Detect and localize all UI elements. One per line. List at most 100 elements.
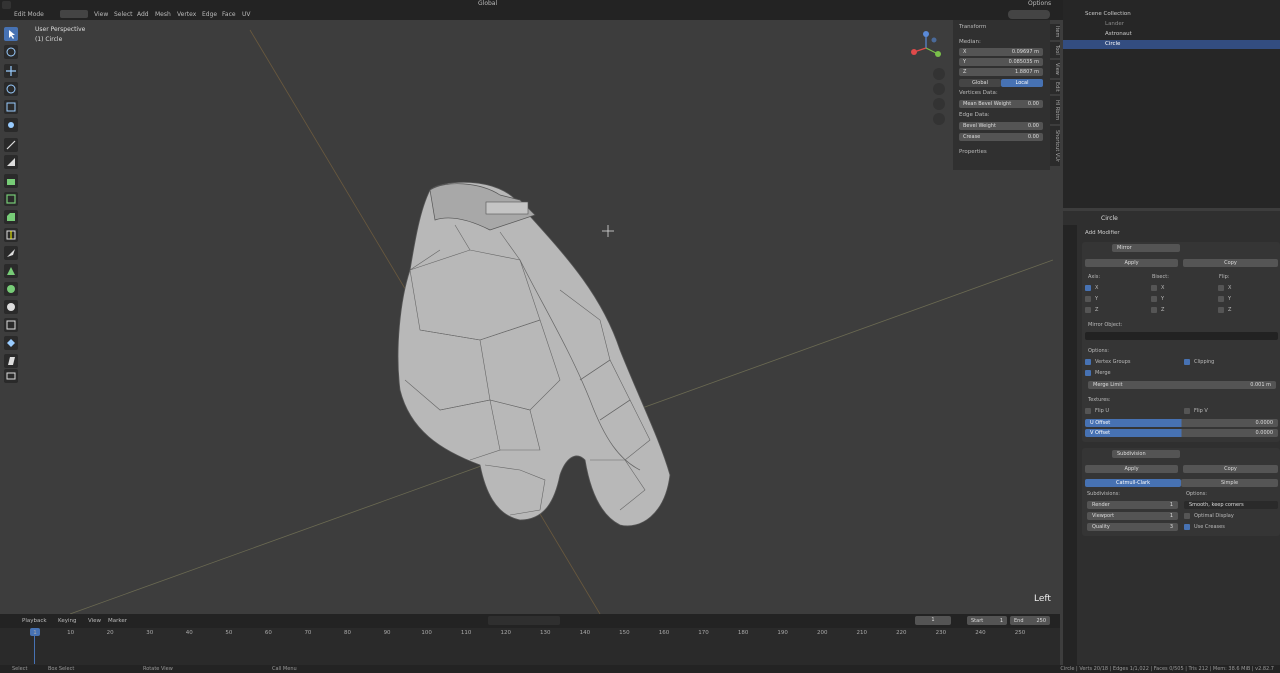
shrink-tool-button[interactable] bbox=[4, 336, 18, 350]
tab-edit[interactable]: Edit bbox=[1050, 80, 1060, 94]
edge-slide-tool-button[interactable] bbox=[4, 318, 18, 332]
crease-field[interactable]: Crease 0.00 bbox=[959, 133, 1043, 141]
menu-select[interactable]: Select bbox=[114, 11, 133, 18]
move-tool-button[interactable] bbox=[4, 64, 18, 78]
timeline-menu-view[interactable]: View bbox=[88, 618, 101, 624]
vertex-groups-checkbox[interactable] bbox=[1085, 359, 1091, 365]
camera-view-icon[interactable] bbox=[933, 98, 945, 110]
tab-shortcut-vur[interactable]: Shortcut VUr bbox=[1050, 126, 1060, 166]
flip-y-checkbox[interactable] bbox=[1218, 296, 1224, 302]
select-tool-button[interactable] bbox=[4, 27, 18, 41]
bevel-weight-field[interactable]: Bevel Weight 0.00 bbox=[959, 122, 1043, 130]
tab-item[interactable]: Item bbox=[1050, 24, 1060, 40]
quality-field[interactable]: Quality 3 bbox=[1087, 523, 1178, 531]
rip-tool-button[interactable] bbox=[4, 369, 18, 383]
polybuild-tool-button[interactable] bbox=[4, 264, 18, 278]
axis-x-checkbox[interactable] bbox=[1085, 285, 1091, 291]
loopcut-tool-button[interactable] bbox=[4, 228, 18, 242]
add-modifier-button[interactable]: Add Modifier bbox=[1085, 230, 1120, 236]
catmull-clark-toggle[interactable]: Catmull-Clark bbox=[1085, 479, 1181, 487]
bisect-y-checkbox[interactable] bbox=[1151, 296, 1157, 302]
shear-tool-button[interactable] bbox=[4, 354, 18, 368]
tab-tool[interactable]: Tool bbox=[1050, 42, 1060, 58]
end-frame-field[interactable]: End 250 bbox=[1010, 616, 1050, 625]
flip-v-checkbox[interactable] bbox=[1184, 408, 1190, 414]
cursor-tool-button[interactable] bbox=[4, 45, 18, 59]
mirror-copy-button[interactable]: Copy bbox=[1183, 259, 1278, 267]
outliner-row-lander[interactable]: Lander bbox=[1063, 20, 1280, 29]
editor-type-button[interactable] bbox=[2, 1, 11, 9]
mirror-apply-button[interactable]: Apply bbox=[1085, 259, 1178, 267]
inset-tool-button[interactable] bbox=[4, 192, 18, 206]
perspective-toggle-icon[interactable] bbox=[933, 113, 945, 125]
menu-uv[interactable]: UV bbox=[242, 11, 251, 18]
local-toggle[interactable]: Local bbox=[1001, 79, 1043, 87]
median-x-field[interactable]: X 0.09697 m bbox=[959, 48, 1043, 56]
smooth-tool-button[interactable] bbox=[4, 300, 18, 314]
outliner-row-scene-collection[interactable]: Scene Collection bbox=[1063, 10, 1280, 19]
extrude-tool-button[interactable] bbox=[4, 174, 18, 188]
menu-add[interactable]: Add bbox=[137, 11, 149, 18]
bisect-z-checkbox[interactable] bbox=[1151, 307, 1157, 313]
menu-view[interactable]: View bbox=[94, 11, 108, 18]
merge-checkbox[interactable] bbox=[1085, 370, 1091, 376]
viewport-levels-field[interactable]: Viewport 1 bbox=[1087, 512, 1178, 520]
pan-hand-icon[interactable] bbox=[933, 83, 945, 95]
outliner-row-astronaut[interactable]: Astronaut bbox=[1063, 30, 1280, 39]
merge-limit-field[interactable]: Merge Limit 0.001 m bbox=[1088, 381, 1276, 389]
median-z-field[interactable]: Z 1.8807 m bbox=[959, 68, 1043, 76]
use-creases-checkbox[interactable] bbox=[1184, 524, 1190, 530]
render-levels-field[interactable]: Render 1 bbox=[1087, 501, 1178, 509]
scale-tool-button[interactable] bbox=[4, 100, 18, 114]
mode-selector[interactable]: Edit Mode bbox=[14, 11, 44, 18]
start-frame-field[interactable]: Start 1 bbox=[967, 616, 1007, 625]
timeline-menu-playback[interactable]: Playback bbox=[22, 618, 47, 624]
axis-y-checkbox[interactable] bbox=[1085, 296, 1091, 302]
zoom-icon[interactable] bbox=[933, 68, 945, 80]
subsurf-name-field[interactable]: Subdivision bbox=[1112, 450, 1180, 458]
median-y-field[interactable]: Y 0.085035 m bbox=[959, 58, 1043, 66]
menu-mesh[interactable]: Mesh bbox=[155, 11, 171, 18]
flip-z-checkbox[interactable] bbox=[1218, 307, 1224, 313]
timeline-menu-keying[interactable]: Keying bbox=[58, 618, 76, 624]
mean-bevel-weight-field[interactable]: Mean Bevel Weight 0.00 bbox=[959, 100, 1043, 108]
spin-tool-button[interactable] bbox=[4, 282, 18, 296]
simple-toggle[interactable]: Simple bbox=[1181, 479, 1278, 487]
menu-face[interactable]: Face bbox=[222, 11, 236, 18]
playback-controls[interactable] bbox=[488, 616, 560, 625]
uv-smooth-dropdown[interactable]: Smooth, keep corners bbox=[1184, 501, 1278, 509]
rotate-tool-button[interactable] bbox=[4, 82, 18, 96]
flip-u-checkbox[interactable] bbox=[1085, 408, 1091, 414]
optimal-display-checkbox[interactable] bbox=[1184, 513, 1190, 519]
v-offset-field[interactable]: V Offset 0.0000 bbox=[1085, 429, 1278, 437]
3d-viewport[interactable]: User Perspective (1) Circle Left bbox=[0, 20, 1053, 614]
options-menu[interactable]: Options bbox=[1028, 0, 1051, 7]
bevel-tool-button[interactable] bbox=[4, 210, 18, 224]
outliner-row-circle[interactable]: Circle bbox=[1063, 40, 1280, 49]
properties-tabs[interactable] bbox=[1063, 225, 1077, 673]
timeline-menu-marker[interactable]: Marker bbox=[108, 618, 127, 624]
menu-edge[interactable]: Edge bbox=[202, 11, 217, 18]
mirror-object-field[interactable] bbox=[1085, 332, 1278, 340]
global-toggle[interactable]: Global bbox=[959, 79, 1001, 87]
tab-view[interactable]: View bbox=[1050, 60, 1060, 78]
mirror-name-field[interactable]: Mirror bbox=[1112, 244, 1180, 252]
knife-tool-button[interactable] bbox=[4, 246, 18, 260]
axis-z-checkbox[interactable] bbox=[1085, 307, 1091, 313]
transform-header[interactable]: Transform bbox=[959, 24, 986, 32]
subsurf-copy-button[interactable]: Copy bbox=[1183, 465, 1278, 473]
annotate-tool-button[interactable] bbox=[4, 138, 18, 152]
u-offset-field[interactable]: U Offset 0.0000 bbox=[1085, 419, 1278, 427]
subsurf-apply-button[interactable]: Apply bbox=[1085, 465, 1178, 473]
navigation-gizmo[interactable] bbox=[908, 30, 944, 66]
tab-hi-rbtm[interactable]: HI Rbtm bbox=[1050, 96, 1060, 124]
current-frame-field[interactable]: 1 bbox=[915, 616, 951, 625]
select-mode-buttons[interactable] bbox=[60, 10, 88, 18]
clipping-checkbox[interactable] bbox=[1184, 359, 1190, 365]
menu-vertex[interactable]: Vertex bbox=[177, 11, 196, 18]
transform-tool-button[interactable] bbox=[4, 118, 18, 132]
measure-tool-button[interactable] bbox=[4, 155, 18, 169]
bisect-x-checkbox[interactable] bbox=[1151, 285, 1157, 291]
properties-header[interactable]: Properties bbox=[959, 149, 987, 157]
shading-buttons[interactable] bbox=[1008, 10, 1050, 19]
